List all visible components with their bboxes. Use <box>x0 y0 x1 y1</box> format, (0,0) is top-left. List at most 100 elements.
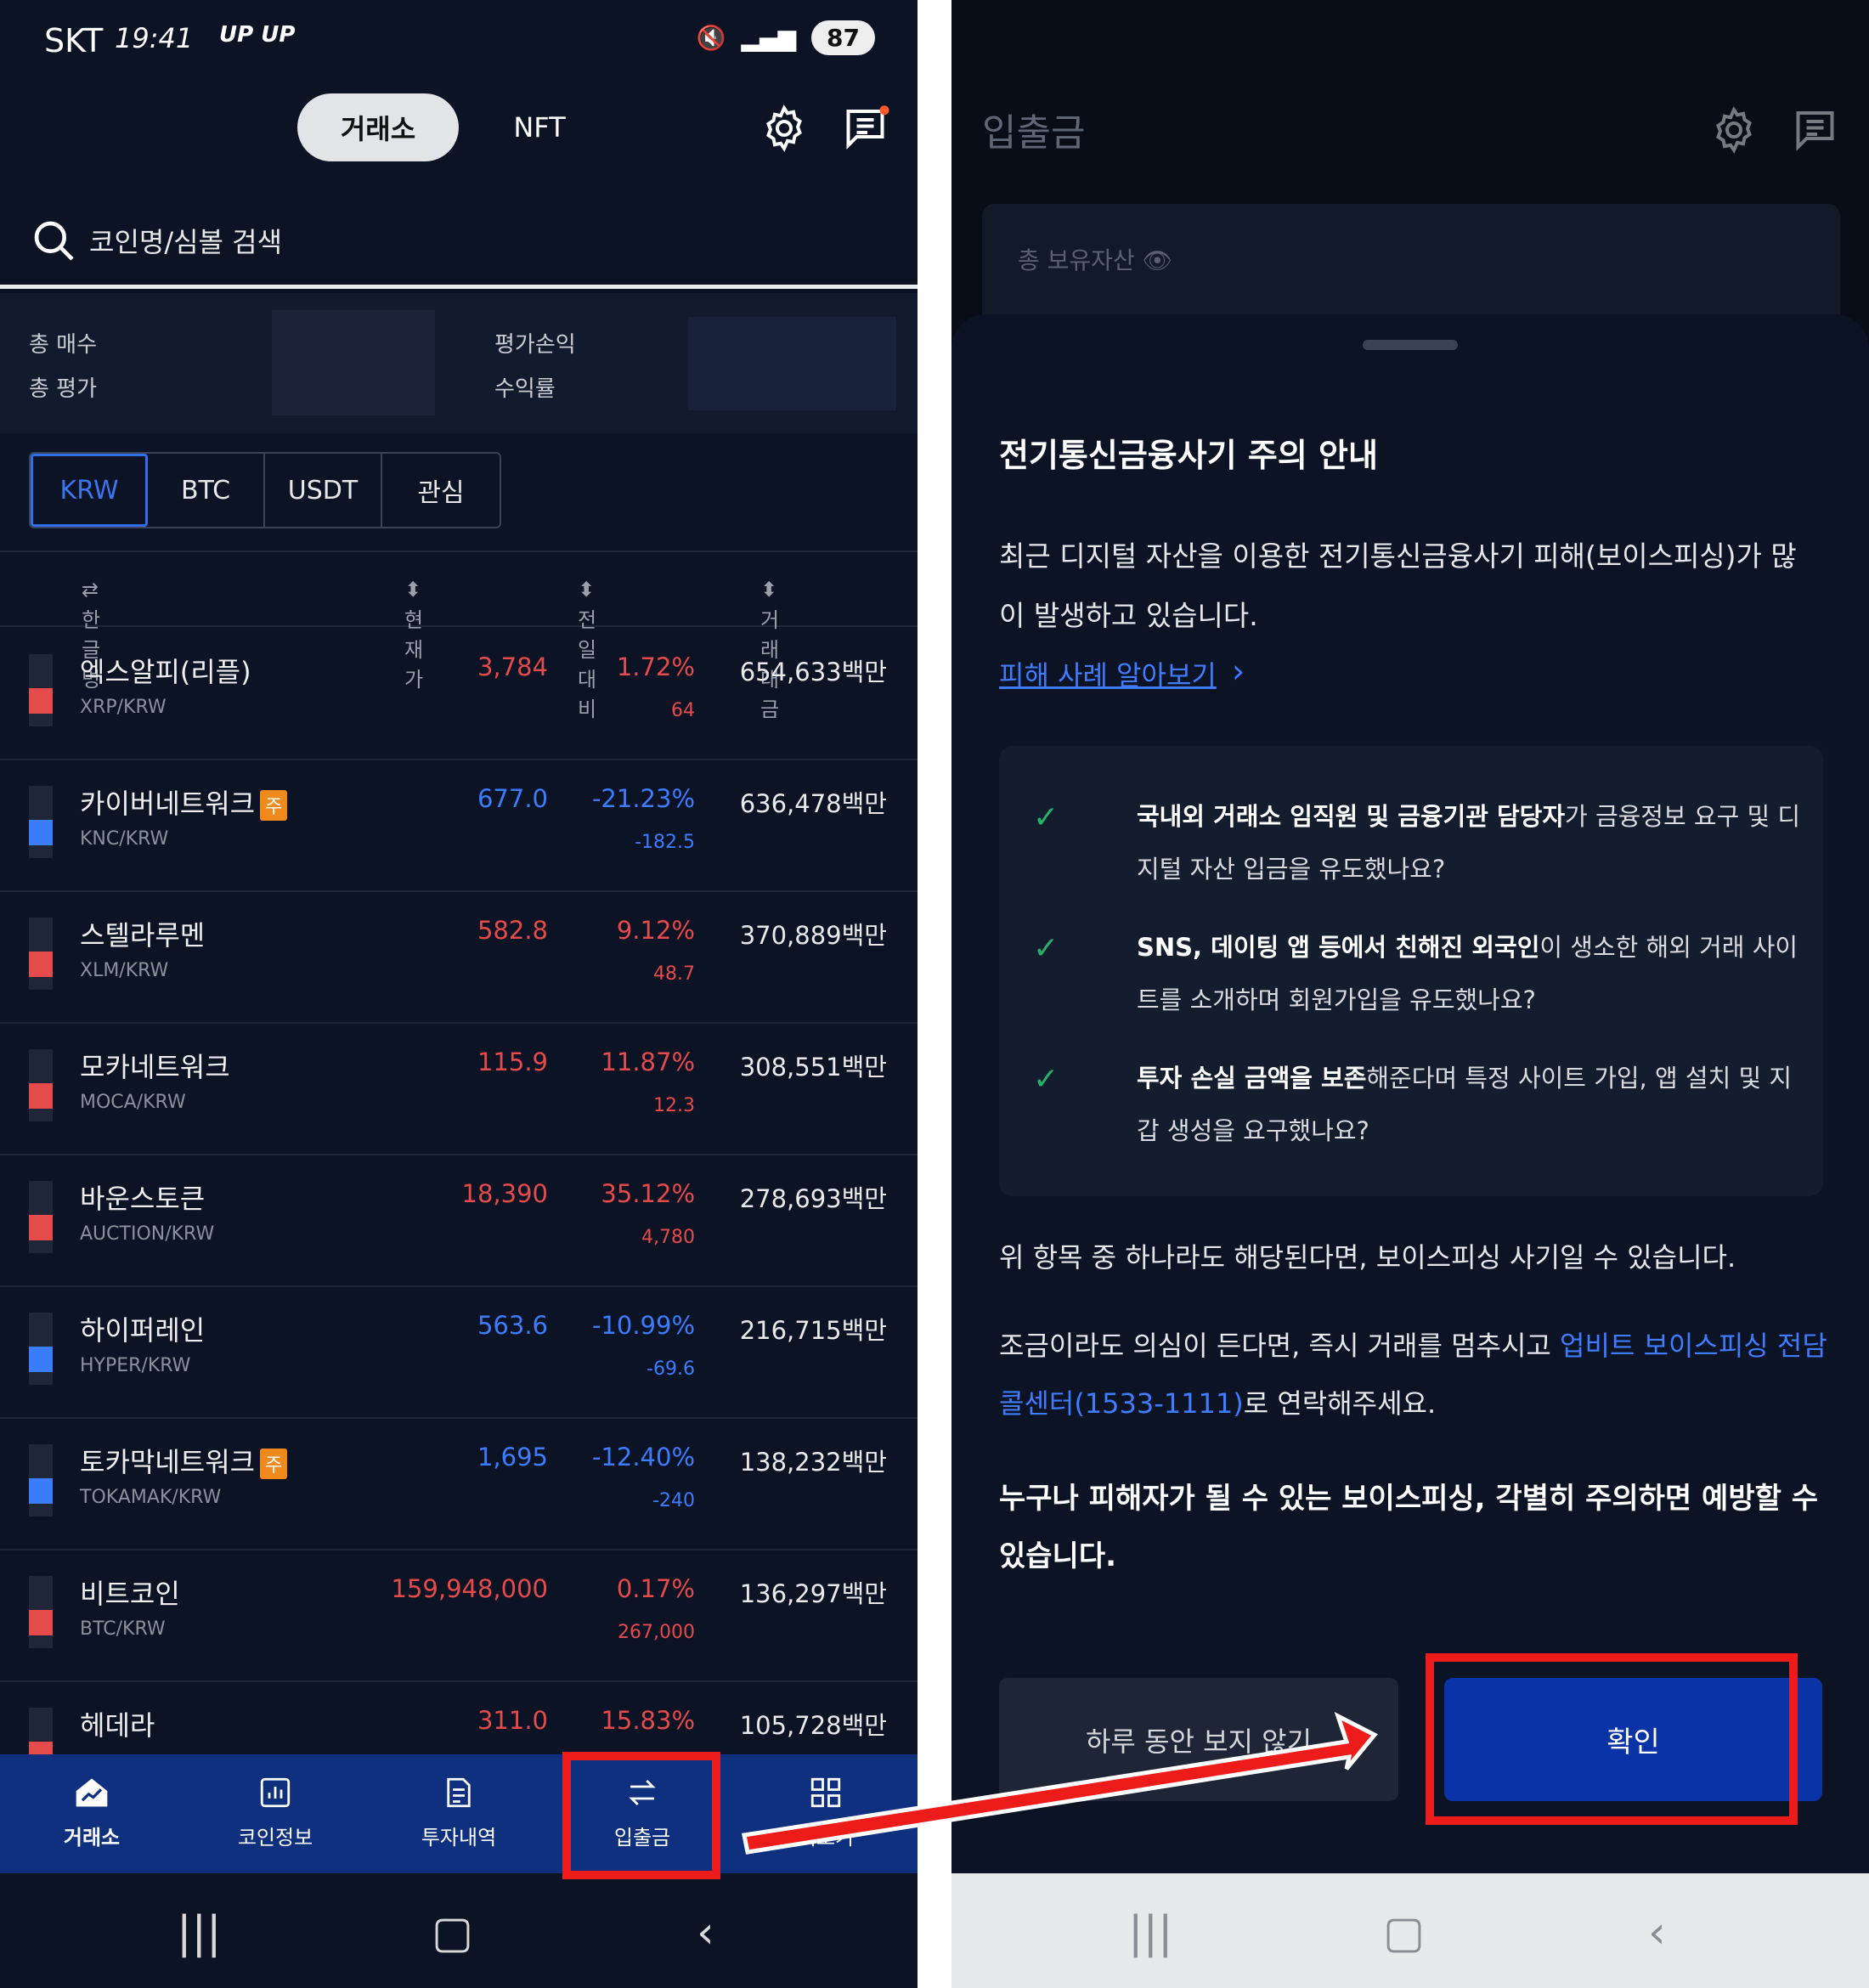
back-icon[interactable]: ‹ <box>697 1907 714 1958</box>
candle-body <box>29 1215 53 1240</box>
home-icon[interactable]: ▢ <box>1383 1907 1425 1958</box>
coin-change: 11.87% <box>601 1048 695 1076</box>
bar-chart-icon <box>256 1773 295 1812</box>
coin-name: 헤데라 <box>80 1709 155 1742</box>
dismiss-today-button[interactable]: 하루 동안 보지 않기 <box>999 1678 1398 1801</box>
home-icon[interactable]: ▢ <box>432 1907 473 1958</box>
coin-change: 1.72% <box>616 652 695 681</box>
check-icon: ✓ <box>1033 800 1059 835</box>
table-row[interactable]: 카이버네트워크 주 KNC/KRW 677.0 -21.23% -182.5 636,478… <box>0 760 918 892</box>
recent-apps-icon[interactable]: ||| <box>177 1907 222 1958</box>
tab-krw[interactable]: KRW <box>31 454 148 527</box>
column-header: 한글명 ⇄ 현재가 ⬍ 전일대비 ⬍ 거래대금 ⬍ <box>0 551 918 721</box>
sheet-title: 전기통신금융사기 주의 안내 <box>999 437 1378 474</box>
sheet-handle[interactable] <box>1363 340 1458 350</box>
coin-symbol: XLM/KRW <box>80 960 169 981</box>
tab-btc[interactable]: BTC <box>148 454 265 527</box>
coin-price: 1,695 <box>477 1443 548 1471</box>
candle-icon <box>29 1444 53 1516</box>
coin-change: 9.12% <box>616 916 695 945</box>
col-price[interactable]: 현재가 ⬍ <box>404 578 423 692</box>
table-row[interactable]: 토카막네트워크 주 TOKAMAK/KRW 1,695 -12.40% -240 138,2… <box>0 1419 918 1550</box>
coin-change: 15.83% <box>601 1706 695 1735</box>
coin-volume: 138,232백만 <box>739 1448 887 1477</box>
notice-icon[interactable] <box>1787 100 1847 160</box>
asset-summary: 총 매수 총 평가 평가손익 수익률 <box>0 293 918 433</box>
total-eval-label: 총 평가 <box>29 376 98 402</box>
coin-volume: 278,693백만 <box>739 1184 887 1213</box>
coin-name: 바운스토큰 <box>80 1183 206 1215</box>
col-name[interactable]: 한글명 ⇄ <box>82 578 100 692</box>
candle-body <box>29 688 53 714</box>
signal-icon: ▂▄▆ <box>741 24 797 52</box>
hidden-value <box>688 317 896 410</box>
coin-price: 563.6 <box>477 1311 548 1340</box>
caution-badge: 주 <box>260 790 288 821</box>
pnl-label: 평가손익 <box>494 332 576 358</box>
tab-exchange[interactable]: 거래소 <box>297 93 459 161</box>
coin-symbol: KNC/KRW <box>80 828 169 850</box>
nav-history[interactable]: 투자내역 <box>391 1773 527 1850</box>
table-row[interactable]: 하이퍼레인 HYPER/KRW 563.6 -10.99% -69.6 216,715백만 <box>0 1287 918 1419</box>
table-row[interactable]: 모카네트워크 MOCA/KRW 115.9 11.87% 12.3 308,551백만 <box>0 1024 918 1155</box>
table-row[interactable]: 스텔라루멘 XLM/KRW 582.8 9.12% 48.7 370,889백만 <box>0 892 918 1024</box>
coin-price: 18,390 <box>461 1179 548 1208</box>
coin-name: 스텔라루멘 <box>80 919 206 952</box>
carrier: SKT <box>44 22 104 59</box>
check-icon: ✓ <box>1033 1062 1059 1097</box>
coin-change-value: 64 <box>671 700 695 721</box>
coin-change: -21.23% <box>591 784 695 813</box>
search-bar[interactable]: 코인명/심볼 검색 <box>0 204 918 289</box>
candle-icon <box>29 1313 53 1385</box>
coin-change-value: 12.3 <box>653 1095 695 1116</box>
coin-symbol: AUCTION/KRW <box>80 1223 215 1245</box>
notice-icon[interactable] <box>838 99 897 158</box>
highlight-deposit-tab <box>562 1752 720 1879</box>
coin-change: -12.40% <box>591 1443 695 1471</box>
recent-apps-icon[interactable]: ||| <box>1128 1907 1173 1958</box>
coin-change-value: -240 <box>652 1490 695 1511</box>
page-title: 입출금 <box>982 111 1086 155</box>
highlight-confirm-button <box>1426 1653 1798 1825</box>
candle-body <box>29 1610 53 1635</box>
case-study-link[interactable]: 피해 사례 알아보기 <box>999 654 1217 693</box>
bottom-nav: 거래소 코인정보 투자내역 입출금 더보기 <box>0 1754 918 1873</box>
status-extra: UP UP <box>219 22 296 48</box>
table-row[interactable]: 바운스토큰 AUCTION/KRW 18,390 35.12% 4,780 278,693… <box>0 1155 918 1287</box>
sheet-body: 최근 디지털 자산을 이용한 전기통신금융사기 피해(보이스피싱)가 많이 발생… <box>999 539 1797 632</box>
table-row[interactable]: 엑스알피(리플) XRP/KRW 3,784 1.72% 64 654,633백만 <box>0 629 918 760</box>
coin-price: 159,948,000 <box>391 1574 549 1603</box>
nav-more[interactable]: 더보기 <box>758 1773 894 1850</box>
back-icon[interactable]: ‹ <box>1648 1907 1666 1958</box>
status-bar: SKT 19:41 UP UP 🔇 ▂▄▆ 87 <box>0 0 918 85</box>
system-nav: ||| ▢ ‹ <box>951 1873 1869 1988</box>
candle-body <box>29 820 53 845</box>
coin-name: 토카막네트워크 주 <box>80 1441 288 1480</box>
tab-nft[interactable]: NFT <box>476 93 603 161</box>
coin-change-value: 4,780 <box>641 1227 695 1248</box>
table-row[interactable]: 비트코인 BTC/KRW 159,948,000 0.17% 267,000 136,29… <box>0 1550 918 1682</box>
coin-name: 하이퍼레인 <box>80 1314 206 1347</box>
candle-icon <box>29 786 53 858</box>
candle-icon <box>29 1181 53 1253</box>
coin-symbol: HYPER/KRW <box>80 1355 191 1376</box>
tab-usdt[interactable]: USDT <box>265 454 382 527</box>
chart-house-icon <box>72 1773 111 1812</box>
candle-icon <box>29 1049 53 1121</box>
coin-name: 카이버네트워크 주 <box>80 782 288 822</box>
checklist-panel: ✓ 국내외 거래소 임직원 및 금융기관 담당자가 금융정보 요구 및 디지털 … <box>999 746 1823 1196</box>
col-volume[interactable]: 거래대금 ⬍ <box>760 578 779 721</box>
callcenter-text: 조금이라도 의심이 든다면, 즉시 거래를 멈추시고 업비트 보이스피싱 전담 … <box>999 1330 1827 1420</box>
fraud-warning-sheet: 전기통신금융사기 주의 안내 최근 디지털 자산을 이용한 전기통신금융사기 피… <box>951 314 1869 1873</box>
grid-icon <box>806 1773 845 1812</box>
gear-icon[interactable] <box>754 99 814 158</box>
eye-icon[interactable]: 👁 <box>1143 246 1173 274</box>
nav-exchange[interactable]: 거래소 <box>24 1773 160 1850</box>
nav-coin-info[interactable]: 코인정보 <box>207 1773 343 1850</box>
col-change[interactable]: 전일대비 ⬍ <box>578 578 596 721</box>
coin-change: -10.99% <box>591 1311 695 1340</box>
coin-volume: 105,728백만 <box>739 1711 887 1740</box>
system-nav: ||| ▢ ‹ <box>0 1873 918 1988</box>
tab-favorite[interactable]: 관심 <box>382 454 500 527</box>
gear-icon[interactable] <box>1704 100 1764 160</box>
